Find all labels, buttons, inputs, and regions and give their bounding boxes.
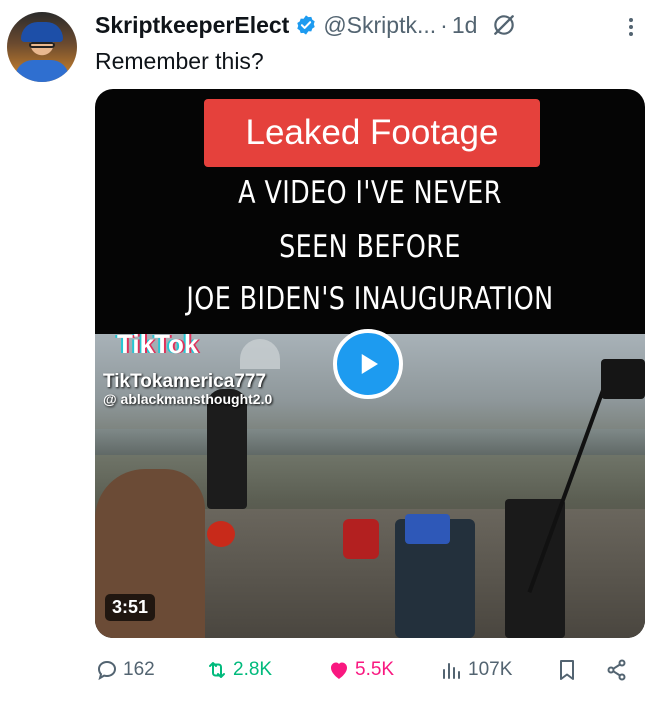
reply-count: 162: [123, 659, 155, 680]
share-icon: [607, 659, 626, 681]
author-handle[interactable]: @Skriptk...: [323, 12, 436, 39]
views-count: 107K: [468, 659, 513, 680]
avatar-shirt: [15, 60, 69, 82]
more-icon[interactable]: [622, 14, 640, 40]
reply-icon: [97, 660, 117, 681]
grok-icon[interactable]: [491, 12, 517, 38]
author-display-name[interactable]: SkriptkeeperElect: [95, 12, 289, 39]
video-banner-text: Leaked Footage: [245, 113, 499, 152]
action-bar: 162 2.8K 5.5K 107K: [95, 650, 645, 690]
repost-icon: [209, 662, 225, 678]
play-icon: [361, 354, 378, 374]
avatar[interactable]: [7, 12, 77, 82]
video-banner: Leaked Footage: [204, 99, 540, 167]
like-count: 5.5K: [355, 659, 395, 680]
camera: [601, 359, 645, 399]
avatar-glasses: [29, 42, 55, 48]
equipment-red-cart: [343, 519, 379, 559]
views-button[interactable]: 107K: [440, 650, 512, 690]
separator-dot: ·: [440, 11, 448, 38]
views-icon: [443, 663, 460, 679]
equipment-red-bag: [207, 521, 235, 547]
video-caption-line-1: A VIDEO I'VE NEVER: [238, 175, 502, 211]
tweet-header: SkriptkeeperElect @Skriptk... · 1d: [95, 10, 517, 40]
video-duration: 3:51: [105, 594, 156, 621]
equipment-blue-bag: [405, 514, 450, 544]
share-button[interactable]: [605, 650, 633, 690]
tiktok-logo: TikTok: [117, 329, 199, 359]
person-figure: [207, 389, 247, 509]
repost-button[interactable]: 2.8K: [205, 650, 272, 690]
video-caption-line-2: SEEN BEFORE: [279, 229, 461, 265]
bookmark-icon: [560, 660, 574, 680]
video-player[interactable]: Leaked Footage A VIDEO I'VE NEVER SEEN B…: [95, 89, 645, 638]
tweet-time[interactable]: 1d: [452, 12, 478, 39]
tiktok-user: TikTokamerica777: [103, 371, 267, 392]
like-button[interactable]: 5.5K: [327, 650, 394, 690]
tweet-text: Remember this?: [95, 48, 264, 74]
balcony-railing: [95, 429, 645, 455]
repost-count: 2.8K: [233, 659, 273, 680]
avatar-cap: [21, 22, 63, 42]
tweet[interactable]: SkriptkeeperElect @Skriptk... · 1d Remem…: [0, 0, 665, 704]
tiktok-handle: @ ablackmansthought2.0: [103, 391, 273, 407]
reply-button[interactable]: 162: [95, 650, 155, 690]
bookmark-button[interactable]: [555, 650, 583, 690]
play-button[interactable]: [333, 329, 403, 399]
video-caption-line-3: JOE BIDEN'S INAUGURATION: [186, 281, 554, 317]
verified-badge-icon: [297, 15, 316, 35]
heart-icon: [331, 662, 347, 679]
